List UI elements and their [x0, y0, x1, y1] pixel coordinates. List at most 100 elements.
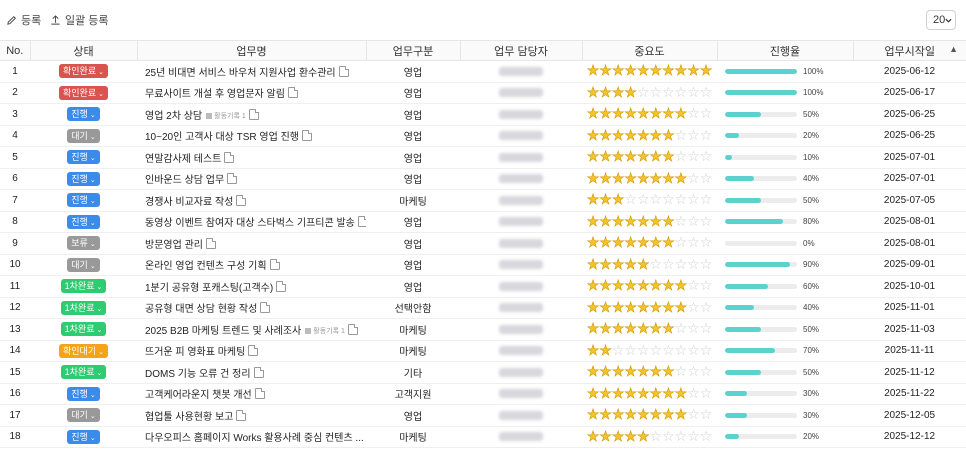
star-icon[interactable]: ★: [662, 364, 675, 380]
col-header-title[interactable]: 업무명: [137, 40, 367, 61]
star-icon[interactable]: ★: [674, 386, 687, 402]
star-icon[interactable]: ★: [637, 257, 650, 273]
star-icon[interactable]: ★: [612, 278, 625, 294]
star-icon[interactable]: ★: [637, 407, 650, 423]
col-header-status[interactable]: 상태: [30, 40, 138, 61]
star-icon[interactable]: ★: [599, 85, 612, 101]
star-rating[interactable]: ★★★★★☆☆☆☆☆: [586, 257, 712, 273]
star-icon[interactable]: ☆: [662, 257, 675, 273]
star-icon[interactable]: ★: [586, 364, 599, 380]
star-icon[interactable]: ☆: [687, 192, 700, 208]
star-icon[interactable]: ★: [649, 407, 662, 423]
table-row[interactable]: 15 1차완료 ⌄ DOMS 기능 오류 건 정리 기타 ★★★★★★★☆☆☆ 5…: [0, 361, 966, 384]
document-icon[interactable]: [248, 108, 259, 120]
star-icon[interactable]: ★: [586, 278, 599, 294]
status-badge[interactable]: 진행 ⌄: [67, 193, 100, 208]
star-icon[interactable]: ★: [586, 128, 599, 144]
task-title[interactable]: 인바운드 상담 업무: [145, 175, 224, 186]
star-icon[interactable]: ☆: [687, 106, 700, 122]
table-row[interactable]: 3 진행 ⌄ 영업 2차 상담 활동기록 1 영업 ★★★★★★★★☆☆ 50% 2…: [0, 103, 966, 126]
table-row[interactable]: 7 진행 ⌄ 경쟁사 비교자료 작성 마케팅 ★★★☆☆☆☆☆☆☆ 50% 202…: [0, 189, 966, 212]
star-icon[interactable]: ☆: [662, 343, 675, 359]
table-row[interactable]: 9 보류 ⌄ 방문영업 관리 영업 ★★★★★★★☆☆☆ 0% 2025-08-0…: [0, 232, 966, 255]
task-title[interactable]: 무료사이트 개설 후 영업문자 알림: [145, 89, 285, 100]
star-icon[interactable]: ☆: [687, 257, 700, 273]
star-rating[interactable]: ★★★★★★★☆☆☆: [586, 364, 713, 380]
star-icon[interactable]: ☆: [687, 429, 700, 445]
star-icon[interactable]: ☆: [675, 192, 688, 208]
table-row[interactable]: 13 1차완료 ⌄ 2025 B2B 마케팅 트렌드 및 사례조사 활동기록 1 마…: [0, 318, 966, 341]
star-icon[interactable]: ★: [599, 386, 612, 402]
star-icon[interactable]: ★: [674, 106, 687, 122]
star-icon[interactable]: ☆: [675, 364, 688, 380]
table-row[interactable]: 4 대기 ⌄ 10~20인 고객사 대상 TSR 영업 진행 영업 ★★★★★★★…: [0, 125, 966, 147]
table-row[interactable]: 12 1차완료 ⌄ 공유형 대면 상담 현황 작성 선택안함 ★★★★★★★★☆☆…: [0, 297, 966, 319]
star-rating[interactable]: ★★★★☆☆☆☆☆☆: [586, 85, 712, 101]
star-icon[interactable]: ★: [662, 386, 675, 402]
star-icon[interactable]: ★: [637, 300, 650, 316]
status-badge[interactable]: 진행 ⌄: [67, 386, 100, 401]
title-cell[interactable]: 2025 B2B 마케팅 트렌드 및 사례조사 활동기록 1: [137, 318, 366, 341]
star-icon[interactable]: ★: [612, 257, 625, 273]
status-badge[interactable]: 대기 ⌄: [67, 408, 100, 423]
star-icon[interactable]: ★: [637, 128, 650, 144]
star-rating[interactable]: ★★★★★★★★★★: [586, 63, 712, 79]
star-icon[interactable]: ★: [612, 321, 625, 337]
star-icon[interactable]: ☆: [675, 235, 688, 251]
status-badge[interactable]: 확인완료 ⌄: [59, 85, 108, 100]
star-icon[interactable]: ☆: [687, 149, 700, 165]
star-icon[interactable]: ★: [662, 407, 675, 423]
star-icon[interactable]: ☆: [700, 192, 713, 208]
star-icon[interactable]: ★: [586, 149, 599, 165]
table-row[interactable]: 11 1차완료 ⌄ 1분기 공유형 포캐스팅(고객수) 영업 ★★★★★★★★☆☆…: [0, 275, 966, 298]
star-rating[interactable]: ★★★☆☆☆☆☆☆☆: [586, 192, 713, 208]
task-title[interactable]: 협업툴 사용현황 보고: [145, 412, 233, 423]
star-icon[interactable]: ★: [599, 192, 612, 208]
title-cell[interactable]: 협업툴 사용현황 보고: [137, 404, 366, 427]
document-icon[interactable]: [248, 345, 259, 357]
star-icon[interactable]: ★: [637, 278, 650, 294]
star-icon[interactable]: ★: [674, 63, 687, 79]
star-icon[interactable]: ★: [612, 364, 625, 380]
activity-record[interactable]: 활동기록 1: [305, 326, 345, 336]
star-icon[interactable]: ☆: [700, 106, 713, 122]
title-cell[interactable]: 인바운드 상담 업무: [137, 168, 366, 190]
star-icon[interactable]: ☆: [687, 407, 700, 423]
task-title[interactable]: 동영상 이벤트 참여자 대상 스타벅스 기프티콘 발송: [145, 218, 355, 229]
star-icon[interactable]: ☆: [687, 300, 700, 316]
star-icon[interactable]: ★: [624, 171, 637, 187]
star-icon[interactable]: ★: [612, 407, 625, 423]
star-icon[interactable]: ★: [599, 364, 612, 380]
star-icon[interactable]: ★: [649, 364, 662, 380]
status-badge[interactable]: 1차완료 ⌄: [60, 365, 107, 380]
star-icon[interactable]: ★: [624, 429, 637, 445]
title-cell[interactable]: 1분기 공유형 포캐스팅(고객수): [137, 275, 366, 298]
star-icon[interactable]: ☆: [700, 386, 713, 402]
star-icon[interactable]: ★: [586, 257, 599, 273]
star-icon[interactable]: ★: [586, 343, 599, 359]
table-row[interactable]: 17 대기 ⌄ 협업툴 사용현황 보고 영업 ★★★★★★★★☆☆ 30% 202…: [0, 404, 966, 427]
star-icon[interactable]: ☆: [687, 386, 700, 402]
star-icon[interactable]: ★: [612, 429, 625, 445]
star-icon[interactable]: ★: [624, 278, 637, 294]
star-icon[interactable]: ★: [586, 321, 599, 337]
task-title[interactable]: 다우오피스 홈페이지 Works 활용사례 중심 컨텐츠 ...: [145, 433, 364, 444]
status-badge[interactable]: 보류 ⌄: [67, 236, 100, 251]
task-title[interactable]: 25년 비대면 서비스 바우처 지원사업 환수관리: [145, 68, 336, 79]
title-cell[interactable]: 10~20인 고객사 대상 TSR 영업 진행: [137, 125, 366, 147]
star-icon[interactable]: ★: [624, 407, 637, 423]
document-icon[interactable]: [254, 388, 265, 400]
star-icon[interactable]: ★: [649, 278, 662, 294]
star-icon[interactable]: ★: [586, 192, 599, 208]
star-icon[interactable]: ☆: [650, 343, 663, 359]
star-icon[interactable]: ★: [612, 63, 625, 79]
document-icon[interactable]: [287, 87, 298, 99]
star-icon[interactable]: ★: [637, 106, 650, 122]
star-icon[interactable]: ★: [624, 364, 637, 380]
star-icon[interactable]: ★: [637, 63, 650, 79]
star-icon[interactable]: ★: [612, 386, 625, 402]
star-icon[interactable]: ☆: [662, 429, 675, 445]
star-icon[interactable]: ☆: [650, 85, 663, 101]
star-icon[interactable]: ☆: [700, 364, 713, 380]
document-icon[interactable]: [276, 280, 287, 292]
